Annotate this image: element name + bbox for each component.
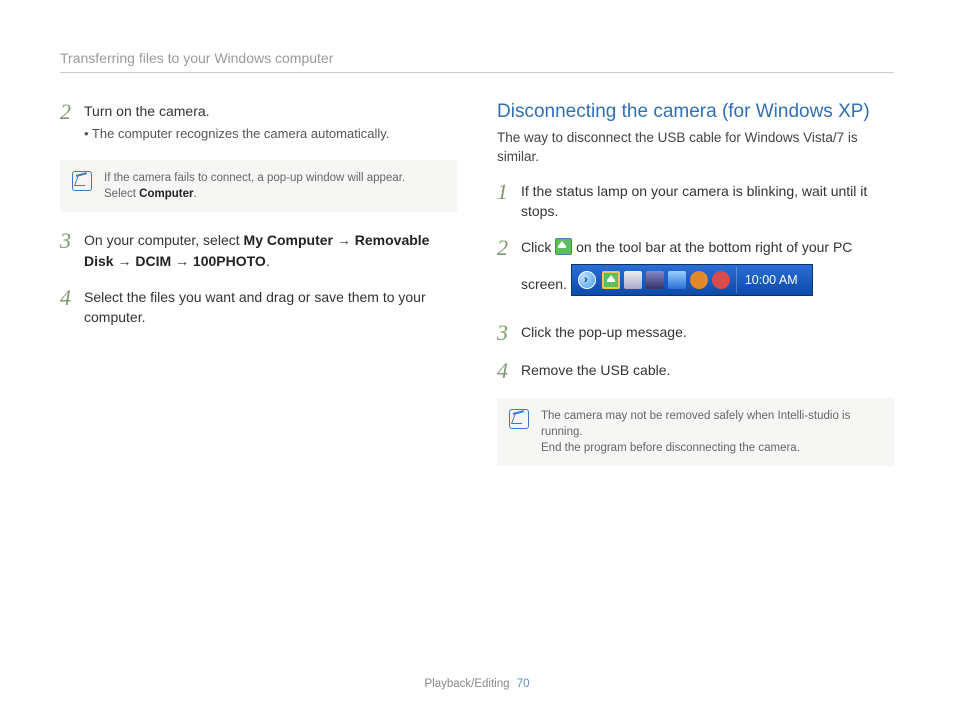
t: Click [521,239,555,255]
left-step-3: 3 On your computer, select My Computer →… [60,230,457,271]
taskbar-tray-icon[interactable] [646,271,664,289]
left-step-2: 2 Turn on the camera. • The computer rec… [60,101,457,144]
left-column: 2 Turn on the camera. • The computer rec… [60,101,457,484]
taskbar-tray-icon[interactable] [712,271,730,289]
note-icon [72,171,92,191]
step-text: Click the pop-up message. [521,322,894,344]
note-text: The camera may not be removed safely whe… [541,408,882,456]
t: → [171,253,193,269]
step-number: 1 [497,181,511,222]
step-text: On your computer, select My Computer → R… [84,230,457,271]
taskbar-safely-remove-icon[interactable] [602,271,620,289]
t: On your computer, select [84,232,244,248]
taskbar-screenshot: 10:00 AM [571,264,813,296]
step-number: 3 [497,322,511,344]
t: → [333,232,355,248]
right-column: Disconnecting the camera (for Windows XP… [497,101,894,484]
step-text: Remove the USB cable. [521,360,894,382]
note-line-1: The camera may not be removed safely whe… [541,410,850,438]
taskbar-divider [736,267,737,293]
page-footer: Playback/Editing 70 [0,678,954,690]
page-header: Transferring files to your Windows compu… [60,50,894,73]
step-number: 2 [497,237,511,305]
left-step-4: 4 Select the files you want and drag or … [60,287,457,328]
footer-section: Playback/Editing [424,678,509,690]
taskbar-clock: 10:00 AM [743,271,812,289]
note-line-2: End the program before disconnecting the… [541,442,800,454]
note-line-2-bold: Computer [139,188,193,200]
section-title: Disconnecting the camera (for Windows XP… [497,101,894,123]
taskbar-volume-icon[interactable] [690,271,708,289]
t: → [114,253,136,269]
taskbar-tray-icon[interactable] [624,271,642,289]
step-text: Select the files you want and drag or sa… [84,287,457,328]
note-icon [509,409,529,429]
note-line-1: If the camera fails to connect, a pop-up… [104,172,405,184]
footer-page-number: 70 [517,678,530,690]
step-number: 4 [497,360,511,382]
right-step-2: 2 Click on the tool bar at the bottom ri… [497,237,894,305]
note-line-2-post: . [193,188,196,200]
step-text: If the status lamp on your camera is bli… [521,181,894,222]
step-number: 4 [60,287,74,328]
note-line-2-pre: Select [104,188,139,200]
taskbar-tray-icon[interactable] [668,271,686,289]
step-number: 2 [60,101,74,144]
section-subtitle: The way to disconnect the USB cable for … [497,129,894,167]
path-my-computer: My Computer [244,232,333,248]
step-text: Turn on the camera. [84,103,210,119]
right-step-4: 4 Remove the USB cable. [497,360,894,382]
note-text: If the camera fails to connect, a pop-up… [104,170,405,202]
step-text: Click on the tool bar at the bottom righ… [521,237,894,305]
right-step-1: 1 If the status lamp on your camera is b… [497,181,894,222]
step-bullet: • The computer recognizes the camera aut… [84,125,457,144]
path-100photo: 100PHOTO [193,253,266,269]
note-box-connect: If the camera fails to connect, a pop-up… [60,160,457,212]
step-number: 3 [60,230,74,271]
taskbar-expand-icon[interactable] [578,271,596,289]
note-box-intellistudio: The camera may not be removed safely whe… [497,398,894,466]
right-step-3: 3 Click the pop-up message. [497,322,894,344]
t: . [266,253,270,269]
safely-remove-icon [555,238,572,255]
path-dcim: DCIM [135,253,171,269]
